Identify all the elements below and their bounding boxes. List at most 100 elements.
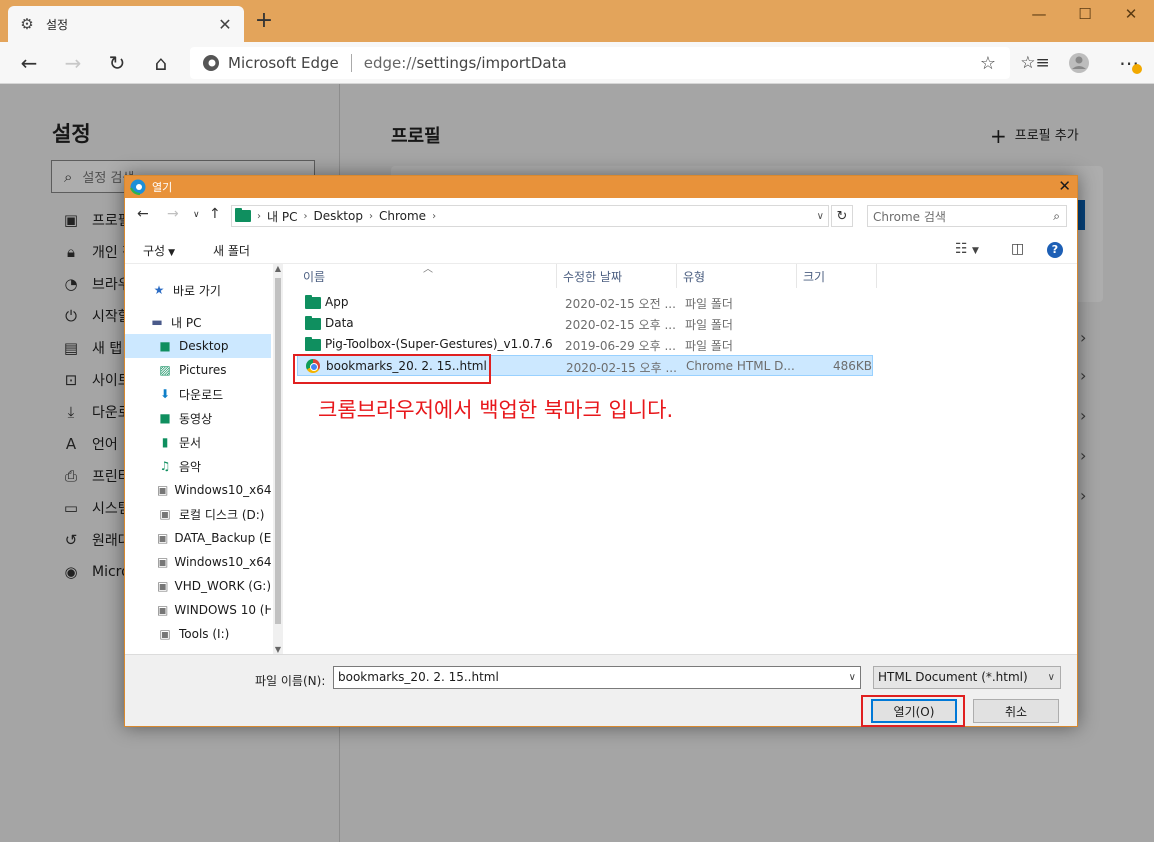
file-row[interactable]: Data 2020-02-15 오후 ... 파일 폴더 bbox=[297, 313, 873, 334]
drive-icon: ▣ bbox=[157, 579, 169, 593]
scrollbar-thumb[interactable] bbox=[275, 278, 281, 624]
drive-icon: ▣ bbox=[157, 531, 169, 545]
folder-icon bbox=[305, 337, 321, 351]
pictures-icon: ▨ bbox=[159, 363, 171, 377]
chevron-right-icon: › bbox=[257, 210, 261, 222]
refresh-button[interactable]: ↻ bbox=[102, 48, 132, 78]
chevron-down-icon[interactable]: ∨ bbox=[849, 667, 856, 688]
highlight-box bbox=[293, 354, 491, 384]
tree-item-documents[interactable]: ▮ 문서 bbox=[125, 430, 271, 454]
gear-icon: ⚙ bbox=[20, 15, 34, 33]
organize-button[interactable]: 구성 ▼ bbox=[143, 242, 175, 259]
tree-item-drive[interactable]: ▣ Tools (I:) bbox=[125, 622, 271, 646]
forward-button[interactable]: → bbox=[58, 48, 88, 78]
maximize-button[interactable]: ☐ bbox=[1062, 0, 1108, 28]
desktop-folder-icon: ■ bbox=[159, 339, 171, 353]
new-folder-button[interactable]: 새 폴더 bbox=[213, 242, 250, 259]
tree-item-this-pc[interactable]: ▬ 내 PC bbox=[125, 310, 271, 334]
breadcrumb[interactable]: › 내 PC › Desktop › Chrome › ∨ bbox=[231, 205, 829, 227]
column-header-size[interactable]: 크기 bbox=[797, 264, 877, 288]
tree-item-drive[interactable]: ▣ DATA_Backup (E bbox=[125, 526, 271, 550]
tree-item-desktop[interactable]: ■ Desktop bbox=[125, 334, 271, 358]
tab-settings[interactable]: ⚙ 설정 ✕ bbox=[8, 6, 244, 42]
chevron-right-icon: › bbox=[432, 210, 437, 222]
scroll-down-icon: ▼ bbox=[274, 645, 282, 654]
drive-icon: ▣ bbox=[157, 555, 169, 569]
view-options-icon[interactable]: ☷ ▼ bbox=[955, 241, 979, 257]
new-tab-button[interactable]: + bbox=[252, 10, 276, 34]
file-row[interactable]: App 2020-02-15 오전 ... 파일 폴더 bbox=[297, 292, 873, 313]
dialog-footer: 파일 이름(N): bookmarks_20. 2. 15..html ∨ HT… bbox=[125, 654, 1077, 727]
preview-pane-icon[interactable]: ◫ bbox=[1011, 241, 1024, 257]
tree-item-drive[interactable]: ▣ Windows10_x64 bbox=[125, 550, 271, 574]
filename-input[interactable]: bookmarks_20. 2. 15..html ∨ bbox=[333, 666, 861, 689]
drive-icon: ▣ bbox=[157, 483, 169, 497]
tree-item-drive[interactable]: ▣ Windows10_x64 bbox=[125, 478, 271, 502]
recent-dropdown-icon[interactable]: ∨ bbox=[193, 210, 200, 220]
filename-label: 파일 이름(N): bbox=[255, 674, 326, 688]
folder-search-input[interactable]: Chrome 검색 ⌕ bbox=[867, 205, 1067, 227]
minimize-button[interactable]: — bbox=[1016, 0, 1062, 28]
up-arrow-icon[interactable]: ↑ bbox=[209, 206, 221, 222]
folder-icon bbox=[235, 208, 251, 222]
video-icon: ■ bbox=[159, 411, 171, 425]
dialog-close-button[interactable]: ✕ bbox=[1058, 177, 1071, 195]
more-menu-icon[interactable]: ⋯ bbox=[1114, 48, 1144, 78]
chevron-down-icon[interactable]: ∨ bbox=[1048, 667, 1055, 688]
drive-icon: ▣ bbox=[159, 507, 171, 521]
breadcrumb-item[interactable]: Desktop bbox=[313, 209, 363, 223]
dialog-nav-row: ← → ∨ ↑ › 내 PC › Desktop › Chrome › ∨ ↻ … bbox=[125, 198, 1077, 234]
chevron-down-icon[interactable]: ∨ bbox=[817, 211, 824, 222]
download-icon: ⬇ bbox=[159, 387, 171, 401]
tab-title: 설정 bbox=[46, 17, 69, 32]
folder-icon bbox=[305, 316, 321, 330]
column-header-name[interactable]: 이름 bbox=[297, 264, 557, 288]
browser-toolbar: ← → ↻ ⌂ Microsoft Edge edge://settings/i… bbox=[0, 42, 1154, 84]
open-button[interactable]: 열기(O) bbox=[871, 699, 957, 723]
back-button[interactable]: ← bbox=[14, 48, 44, 78]
cancel-button[interactable]: 취소 bbox=[973, 699, 1059, 723]
breadcrumb-item[interactable]: Chrome bbox=[379, 209, 426, 223]
address-site: Microsoft Edge bbox=[228, 54, 339, 72]
address-bar[interactable]: Microsoft Edge edge://settings/importDat… bbox=[190, 47, 1010, 79]
dialog-command-bar: 구성 ▼ 새 폴더 ☷ ▼ ◫ ? bbox=[125, 234, 1077, 264]
help-icon[interactable]: ? bbox=[1047, 242, 1063, 258]
chevron-right-icon: › bbox=[368, 210, 373, 222]
refresh-button[interactable]: ↻ bbox=[831, 205, 853, 227]
tree-item-drive[interactable]: ▣ 로컬 디스크 (D:) bbox=[125, 502, 271, 526]
close-tab-icon[interactable]: ✕ bbox=[216, 15, 234, 34]
file-type-select[interactable]: HTML Document (*.html) ∨ bbox=[873, 666, 1061, 689]
tree-item-quick-access[interactable]: ★ 바로 가기 bbox=[125, 278, 271, 302]
dialog-title-bar: 열기 ✕ bbox=[125, 176, 1077, 198]
star-icon: ★ bbox=[153, 283, 165, 297]
forward-arrow-icon[interactable]: → bbox=[167, 206, 179, 222]
profile-avatar[interactable] bbox=[1064, 48, 1094, 78]
document-icon: ▮ bbox=[161, 435, 169, 449]
column-header-date[interactable]: 수정한 날짜 bbox=[557, 264, 677, 288]
breadcrumb-item[interactable]: 내 PC bbox=[267, 208, 297, 225]
tree-item-drive[interactable]: ▣ WINDOWS 10 (H bbox=[125, 598, 271, 622]
favorite-star-icon[interactable]: ☆ bbox=[980, 53, 996, 74]
tree-item-pictures[interactable]: ▨ Pictures bbox=[125, 358, 271, 382]
favorites-icon[interactable]: ☆≡ bbox=[1020, 48, 1050, 78]
close-window-button[interactable]: ✕ bbox=[1108, 0, 1154, 28]
column-header-type[interactable]: 유형 bbox=[677, 264, 797, 288]
file-list: ︿ 이름 수정한 날짜 유형 크기 App 2020-02-15 오전 ... … bbox=[285, 264, 1077, 654]
tree-scrollbar[interactable]: ▲ ▼ bbox=[273, 264, 283, 654]
scroll-up-icon: ▲ bbox=[274, 264, 282, 273]
file-row[interactable]: Pig-Toolbox-(Super-Gestures)_v1.0.7.6 20… bbox=[297, 334, 873, 355]
annotation-text: 크롬브라우저에서 백업한 북마크 입니다. bbox=[318, 398, 674, 422]
back-arrow-icon[interactable]: ← bbox=[137, 206, 149, 222]
address-url: edge://settings/importData bbox=[363, 54, 567, 72]
home-button[interactable]: ⌂ bbox=[146, 48, 176, 78]
tree-item-music[interactable]: ♫ 음악 bbox=[125, 454, 271, 478]
search-icon: ⌕ bbox=[1053, 208, 1060, 223]
edge-icon bbox=[130, 179, 146, 195]
tree-item-videos[interactable]: ■ 동영상 bbox=[125, 406, 271, 430]
navigation-tree: ★ 바로 가기 ▬ 내 PC ■ Desktop ▨ Pictures ⬇ 다운로드 ■ 동… bbox=[125, 264, 273, 654]
chevron-right-icon: › bbox=[303, 210, 308, 222]
music-icon: ♫ bbox=[159, 459, 171, 473]
folder-icon bbox=[305, 295, 321, 309]
tree-item-downloads[interactable]: ⬇ 다운로드 bbox=[125, 382, 271, 406]
tree-item-drive[interactable]: ▣ VHD_WORK (G:) bbox=[125, 574, 271, 598]
